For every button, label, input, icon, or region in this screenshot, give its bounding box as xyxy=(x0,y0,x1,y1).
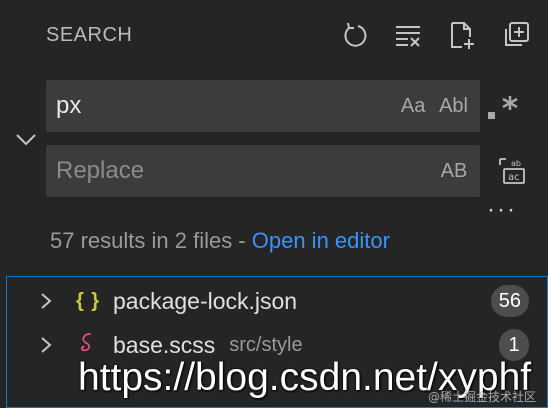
sass-icon xyxy=(75,331,101,359)
more-options-icon[interactable]: ··· xyxy=(487,196,517,224)
svg-text:ac: ac xyxy=(508,172,520,183)
replace-input[interactable]: Replace AB xyxy=(46,145,480,197)
new-search-editor-icon[interactable] xyxy=(446,19,478,51)
match-whole-word-toggle[interactable]: Abl xyxy=(439,91,468,121)
view-toolbar xyxy=(338,19,532,51)
match-count-badge: 56 xyxy=(490,285,529,317)
file-name: base.scss xyxy=(113,331,216,358)
refresh-icon[interactable] xyxy=(338,19,370,51)
json-file-icon: { } xyxy=(75,289,101,312)
clear-results-icon[interactable] xyxy=(392,19,424,51)
search-view-header: SEARCH xyxy=(46,20,532,50)
replace-input-placeholder[interactable]: Replace xyxy=(56,157,440,185)
file-path: src/style xyxy=(229,333,303,356)
toggle-replace-chevron-icon[interactable] xyxy=(14,127,38,151)
watermark-site: @稀土掘金技术社区 xyxy=(427,390,536,404)
search-input[interactable]: px Aa Abl xyxy=(46,80,480,132)
replace-all-icon[interactable]: ab ac xyxy=(496,155,528,187)
result-file-row[interactable]: { } package-lock.json 56 xyxy=(7,279,547,323)
open-in-editor-link[interactable]: Open in editor xyxy=(252,228,390,253)
results-summary: 57 results in 2 files - Open in editor xyxy=(50,228,390,254)
file-name: package-lock.json xyxy=(113,287,298,314)
match-case-toggle[interactable]: Aa xyxy=(399,91,427,121)
svg-text:ab: ab xyxy=(511,159,521,168)
results-count-text: 57 results in 2 files - xyxy=(50,228,252,253)
search-input-value[interactable]: px xyxy=(56,92,399,120)
preserve-case-toggle[interactable]: AB xyxy=(440,156,468,186)
chevron-right-icon[interactable] xyxy=(33,291,59,311)
whole-word-label: Abl xyxy=(439,94,468,117)
chevron-right-icon[interactable] xyxy=(33,335,59,355)
collapse-all-icon[interactable] xyxy=(500,19,532,51)
view-title: SEARCH xyxy=(46,23,133,46)
regex-icon[interactable] xyxy=(482,92,522,124)
